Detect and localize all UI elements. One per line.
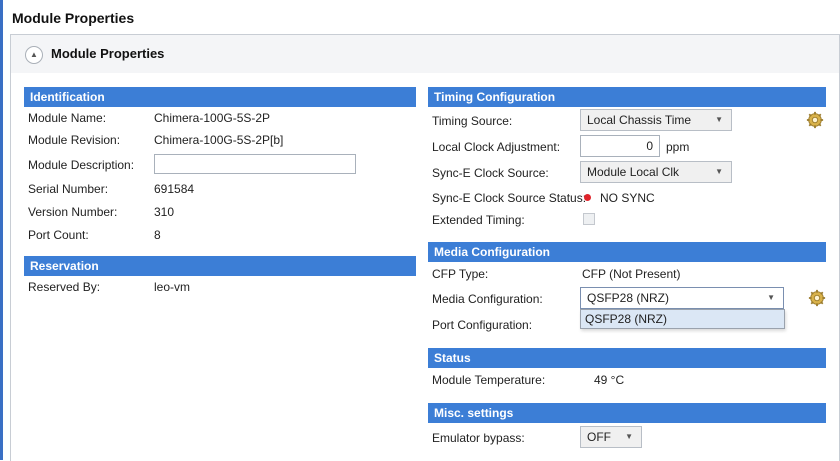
media-configuration-select[interactable]: QSFP28 (NRZ) ▼ [580,287,784,309]
emulator-bypass-select[interactable]: OFF ▼ [580,426,642,448]
port-configuration-label: Port Configuration: [432,318,533,332]
left-accent-bar [0,0,3,460]
module-description-input[interactable] [154,154,356,174]
dropdown-option[interactable]: QSFP28 (NRZ) [581,310,784,328]
local-clock-adjustment-input[interactable]: 0 [580,135,660,157]
extended-timing-checkbox[interactable] [583,213,595,225]
timing-configuration-header: Timing Configuration [428,87,826,107]
serial-number-value: 691584 [154,182,195,196]
synce-status-value: NO SYNC [600,191,655,205]
gear-icon[interactable] [808,289,826,307]
page-title: Module Properties [12,10,135,26]
local-clock-adjustment-label: Local Clock Adjustment: [432,140,561,154]
local-clock-unit: ppm [666,140,690,154]
timing-source-select[interactable]: Local Chassis Time ▼ [580,109,732,131]
module-revision-label: Module Revision: [28,133,121,147]
cfp-type-label: CFP Type: [432,267,489,281]
module-name-value: Chimera-100G-5S-2P [154,111,271,125]
status-header: Status [428,348,826,368]
synce-clock-source-label: Sync-E Clock Source: [432,166,549,180]
gear-icon[interactable] [806,111,824,129]
module-temperature-value: 49 °C [594,373,625,387]
module-revision-value: Chimera-100G-5S-2P[b] [154,133,284,147]
media-configuration-value: QSFP28 (NRZ) [587,291,670,305]
emulator-bypass-value: OFF [587,430,611,444]
module-temperature-label: Module Temperature: [432,373,546,387]
port-count-label: Port Count: [28,228,89,242]
serial-number-label: Serial Number: [28,182,109,196]
synce-clock-source-select[interactable]: Module Local Clk ▼ [580,161,732,183]
synce-clock-source-value: Module Local Clk [587,165,680,179]
misc-settings-header: Misc. settings [428,403,826,423]
panel-title: Module Properties [51,46,165,61]
media-configuration-header: Media Configuration [428,242,826,262]
extended-timing-label: Extended Timing: [432,213,525,227]
status-dot-icon [584,194,591,201]
chevron-down-icon: ▼ [625,432,633,441]
media-configuration-label: Media Configuration: [432,292,543,306]
version-number-label: Version Number: [28,205,118,219]
reservation-header: Reservation [24,256,416,276]
panel-header: ▲ Module Properties [11,35,839,73]
timing-source-label: Timing Source: [432,114,513,128]
module-name-label: Module Name: [28,111,107,125]
port-count-value: 8 [154,228,161,242]
version-number-value: 310 [154,205,175,219]
synce-status-label: Sync-E Clock Source Status: [432,191,587,205]
chevron-down-icon: ▼ [715,167,723,176]
reserved-by-label: Reserved By: [28,280,101,294]
reserved-by-value: leo-vm [154,280,191,294]
module-description-label: Module Description: [28,158,135,172]
media-configuration-dropdown-list: QSFP28 (NRZ) [580,309,785,329]
collapse-button[interactable]: ▲ [25,46,43,64]
cfp-type-value: CFP (Not Present) [582,267,681,281]
identification-header: Identification [24,87,416,107]
chevron-down-icon: ▼ [767,293,775,302]
emulator-bypass-label: Emulator bypass: [432,431,525,445]
chevron-down-icon: ▼ [715,115,723,124]
timing-source-value: Local Chassis Time [587,113,692,127]
